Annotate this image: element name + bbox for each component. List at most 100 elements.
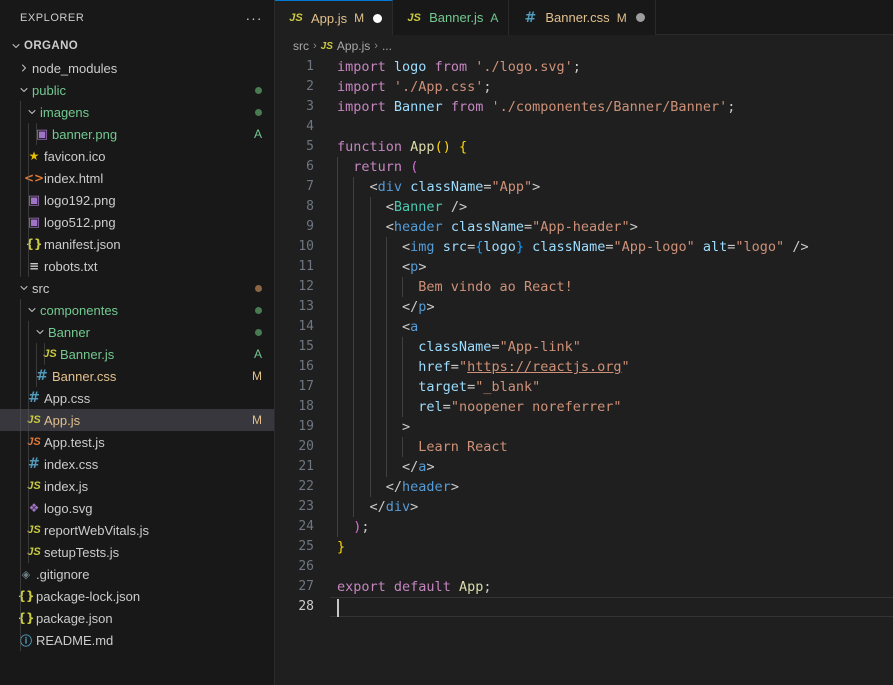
tree-item-app-js[interactable]: JS App.js M [0,409,274,431]
code-line-content[interactable]: return ( [330,157,893,177]
explorer-more-actions-icon[interactable]: ··· [243,8,265,28]
code-token: className [532,239,606,255]
tree-item-index-css[interactable]: # index.css [0,453,274,475]
code-tokens: Learn React [337,437,507,457]
code-tokens: </a> [337,457,435,477]
code-line-content[interactable]: <header className="App-header"> [330,217,893,237]
code-line-content[interactable]: <div className="App"> [330,177,893,197]
editor-tab-banner-css[interactable]: # Banner.css M [509,0,656,35]
tree-item-public[interactable]: public [0,79,274,101]
image-file-icon: ▣ [27,192,41,208]
code-line-content[interactable]: <p> [330,257,893,277]
tree-item-imagens[interactable]: imagens [0,101,274,123]
tree-item-app-css[interactable]: # App.css [0,387,274,409]
line-number: 19 [298,419,314,434]
chevron-down-icon[interactable] [8,40,24,52]
chevron-down-icon[interactable] [24,106,40,118]
code-line-content[interactable]: </header> [330,477,893,497]
tree-item-banner-js[interactable]: JS Banner.js A [0,343,274,365]
chevron-down-icon[interactable] [32,326,48,338]
editor-tab-banner-js[interactable]: JS Banner.js A [393,0,510,35]
code-line-content[interactable]: } [330,537,893,557]
tree-item-node-modules[interactable]: node_modules [0,57,274,79]
code-token: header [393,219,443,235]
code-token: "noopener noreferrer" [450,399,622,415]
code-line-content[interactable]: Bem vindo ao React! [330,277,893,297]
code-line-content[interactable] [330,597,893,617]
code-line-content[interactable]: import Banner from './componentes/Banner… [330,97,893,117]
code-token: Bem vindo ao React! [418,279,573,295]
tree-root-organo[interactable]: ORGANO [0,35,274,57]
breadcrumb-symbols[interactable]: ... [382,39,392,53]
code-line-content[interactable]: function App() { [330,137,893,157]
line-number: 21 [298,459,314,474]
code-line-content[interactable] [330,557,893,577]
tree-item-src[interactable]: src [0,277,274,299]
code-line-content[interactable]: import './App.css'; [330,77,893,97]
code-token: < [385,199,394,215]
tree-item-label: Banner.css [52,368,117,384]
tree-item-favicon-ico[interactable]: ★ favicon.ico [0,145,274,167]
code-link[interactable]: https://reactjs.org [467,359,621,375]
js-test-file-icon: JS [27,436,41,448]
tree-item-label: manifest.json [44,236,121,252]
code-token: './componentes/Banner/Banner' [491,99,728,115]
tree-item-logo512-png[interactable]: ▣ logo512.png [0,211,274,233]
tree-item-index-html[interactable]: <> index.html [0,167,274,189]
tab-dirty-indicator[interactable] [373,13,383,23]
tree-item-package-lock-json[interactable]: {} package-lock.json [0,585,274,607]
code-line-content[interactable]: </p> [330,297,893,317]
code-tokens: <p> [337,257,426,277]
code-line-content[interactable]: target="_blank" [330,377,893,397]
code-line-content[interactable]: > [330,417,893,437]
tree-item-componentes[interactable]: componentes [0,299,274,321]
tree-item--gitignore[interactable]: ◈ .gitignore [0,563,274,585]
code-line-content[interactable]: ); [330,517,893,537]
code-tokens: <header className="App-header"> [337,217,638,237]
code-line-content[interactable]: export default App; [330,577,893,597]
tree-item-robots-txt[interactable]: ≡ robots.txt [0,255,274,277]
code-line-content[interactable]: className="App-link" [330,337,893,357]
tree-item-reportwebvitals-js[interactable]: JS reportWebVitals.js [0,519,274,541]
breadcrumb-folder[interactable]: src [293,39,309,53]
tab-git-status: A [490,10,499,25]
code-token: = [450,359,459,375]
tree-item-app-test-js[interactable]: JS App.test.js [0,431,274,453]
tree-item-index-js[interactable]: JS index.js [0,475,274,497]
code-line-content[interactable]: </div> [330,497,893,517]
tree-item-banner-png[interactable]: ▣ banner.png A [0,123,274,145]
tree-item-manifest-json[interactable]: {} manifest.json [0,233,274,255]
tree-item-readme-md[interactable]: ⓘ README.md [0,629,274,651]
code-line-content[interactable]: <Banner /> [330,197,893,217]
code-token: Banner [393,199,443,215]
code-line-content[interactable]: import logo from './logo.svg'; [330,57,893,77]
code-line-content[interactable]: href="https://reactjs.org" [330,357,893,377]
chevron-right-icon: › [374,40,378,52]
code-line-content[interactable] [330,117,893,137]
tree-item-package-json[interactable]: {} package.json [0,607,274,629]
chevron-right-icon[interactable] [16,62,32,74]
code-line-content[interactable]: <img src={logo} className="App-logo" alt… [330,237,893,257]
tab-dirty-indicator[interactable] [635,13,645,22]
editor-tab-bar[interactable]: JS App.js M JS Banner.js A # Banner.css M [275,0,893,35]
code-line-content[interactable]: rel="noopener noreferrer" [330,397,893,417]
tree-item-banner-css[interactable]: # Banner.css M [0,365,274,387]
chevron-down-icon[interactable] [16,282,32,294]
code-editor[interactable]: 1 import logo from './logo.svg'; 2 import '… [275,57,893,685]
breadcrumb[interactable]: src › JS App.js › ... [275,35,893,57]
vscode-window: EXPLORER ··· ORGANO node_modules public ima… [0,0,893,685]
code-line-content[interactable]: <a [330,317,893,337]
tree-item-logo-svg[interactable]: ❖ logo.svg [0,497,274,519]
chevron-down-icon[interactable] [16,84,32,96]
editor-tab-app-js[interactable]: JS App.js M [275,0,394,35]
code-tokens: <Banner /> [337,197,467,217]
breadcrumb-file[interactable]: App.js [337,39,370,53]
code-line-content[interactable]: Learn React [330,437,893,457]
file-tree[interactable]: ORGANO node_modules public imagens ▣ banner.p… [0,35,274,685]
tree-item-banner[interactable]: Banner [0,321,274,343]
tree-item-logo192-png[interactable]: ▣ logo192.png [0,189,274,211]
tree-item-setuptests-js[interactable]: JS setupTests.js [0,541,274,563]
git-status-dot [255,108,262,116]
code-line-content[interactable]: </a> [330,457,893,477]
chevron-down-icon[interactable] [24,304,40,316]
